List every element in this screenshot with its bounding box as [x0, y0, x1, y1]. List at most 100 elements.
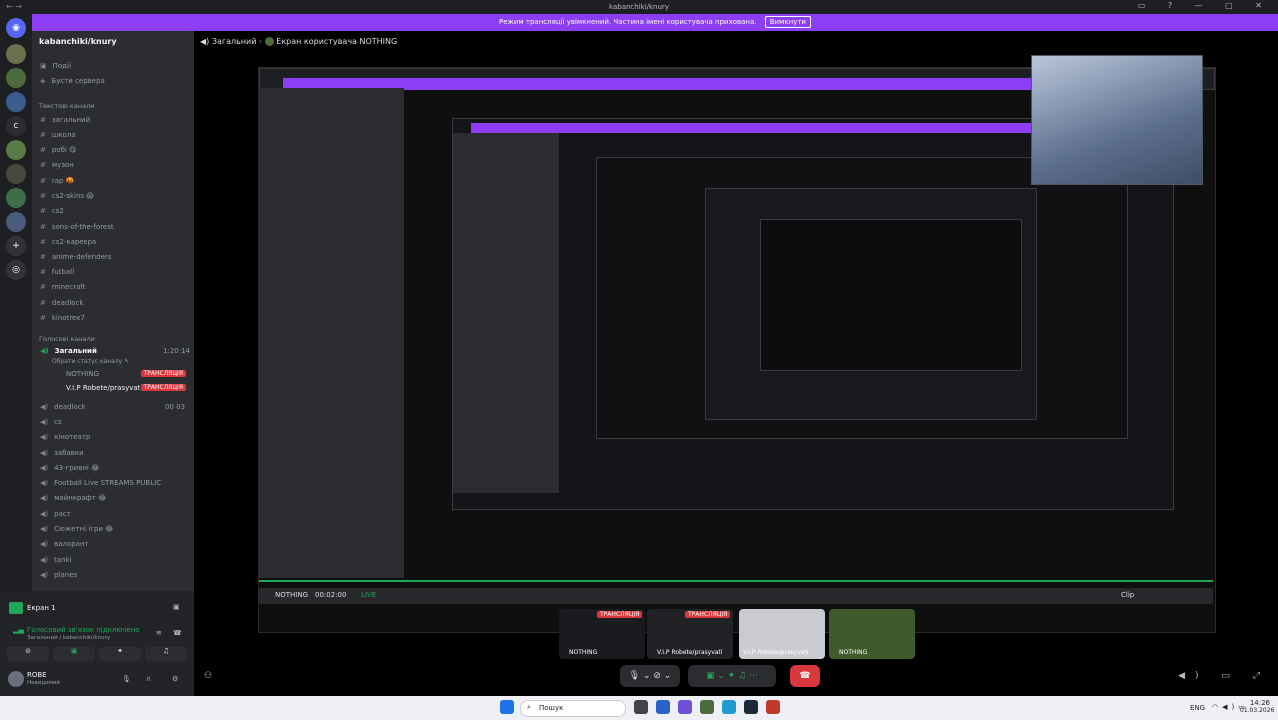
- text-channel[interactable]: # deadlock: [40, 299, 84, 307]
- voice-channel[interactable]: ◀) майнкрафт 😂: [40, 494, 106, 502]
- participant-tile[interactable]: ТРАНСЛЯЦІЯ NOTHING: [559, 609, 645, 659]
- server-name[interactable]: kabanchiki/knury: [39, 37, 117, 46]
- breadcrumb-channel[interactable]: Загальний: [212, 37, 257, 46]
- window-title: kabanchiki/knury: [609, 3, 669, 11]
- participant-tile[interactable]: V.I.P Robete/prasyvati: [739, 609, 825, 659]
- voice-channel[interactable]: ◀) 43-гривні 😂: [40, 464, 99, 472]
- live-badge: ТРАНСЛЯЦІЯ: [140, 384, 186, 391]
- disconnect-icon[interactable]: ☎: [173, 629, 182, 637]
- camera-off-icon[interactable]: ⊘: [7, 647, 49, 661]
- username[interactable]: ROBE: [27, 671, 47, 679]
- app-icon[interactable]: [700, 700, 714, 714]
- search-placeholder: Пошук: [539, 704, 564, 712]
- voice-channel-active[interactable]: ◀) Загальний: [40, 347, 97, 355]
- shared-screen[interactable]: NOTHING 00:02:00 LIVE Clip: [258, 55, 1216, 633]
- voice-channel[interactable]: ◀) planes: [40, 571, 77, 579]
- voice-user[interactable]: NOTHING: [66, 370, 99, 378]
- text-channel[interactable]: # робі 😋: [40, 146, 76, 154]
- clip-button[interactable]: Clip: [1121, 591, 1134, 599]
- voice-channel[interactable]: ◀) забавки: [40, 449, 84, 457]
- voice-category[interactable]: Голосові канали: [39, 335, 95, 343]
- server-icon[interactable]: [6, 44, 26, 64]
- mic-icon[interactable]: 🎙: [122, 675, 131, 683]
- activities-icon[interactable]: ✦: [99, 647, 141, 661]
- taskview-icon[interactable]: [634, 700, 648, 714]
- headphones-icon[interactable]: ∩: [146, 675, 151, 683]
- voice-channel[interactable]: ◀) кінотеатр: [40, 433, 90, 441]
- server-icon[interactable]: [6, 140, 26, 160]
- search-input[interactable]: ⌕ Пошук: [520, 700, 626, 717]
- view-controls[interactable]: ◀) ▭ ⤢: [1178, 671, 1270, 681]
- banner-text: Режим трансляції увімкнений. Частина іме…: [499, 18, 757, 26]
- boosts-link[interactable]: ◈ Бусти сервера: [40, 77, 105, 85]
- explore-icon[interactable]: ◎: [6, 260, 26, 280]
- live-badge: ТРАНСЛЯЦІЯ: [685, 611, 731, 618]
- voice-channel[interactable]: ◀) cs: [40, 418, 62, 426]
- tile-name: V.I.P Robete/prasyvati: [743, 649, 809, 656]
- text-channel[interactable]: # sons-of-the-forest: [40, 223, 114, 231]
- text-category[interactable]: Текстові канали: [39, 102, 94, 110]
- popout-icon[interactable]: ▣: [173, 603, 180, 611]
- share-screen-icon[interactable]: ▣ ⌄ ✦ ♫ ⋯: [688, 665, 776, 687]
- text-channel[interactable]: # minecraft: [40, 283, 85, 291]
- server-icon[interactable]: [6, 68, 26, 88]
- voice-channel[interactable]: ◀) Football Live STREAMS PUBLIC: [40, 479, 161, 487]
- noise-icon[interactable]: ≋: [156, 629, 162, 637]
- text-channel[interactable]: # futball: [40, 268, 74, 276]
- server-icon[interactable]: [6, 164, 26, 184]
- events-link[interactable]: ▣ Події: [40, 62, 71, 70]
- voice-channel[interactable]: ◀) валорант: [40, 540, 89, 548]
- live-badge: ТРАНСЛЯЦІЯ: [140, 370, 186, 377]
- app-icon[interactable]: [766, 700, 780, 714]
- voice-status-title: Голосовий зв'язок підключено: [27, 626, 140, 634]
- text-channel[interactable]: # загальний: [40, 116, 90, 124]
- avatar[interactable]: [8, 671, 24, 687]
- text-channel[interactable]: # школа: [40, 131, 76, 139]
- speaker-icon: ◀): [200, 37, 210, 46]
- server-icon[interactable]: [6, 92, 26, 112]
- streamer-mode-banner: Режим трансляції увімкнений. Частина іме…: [32, 14, 1278, 31]
- language-indicator[interactable]: ENG: [1190, 704, 1205, 712]
- server-icon[interactable]: [6, 188, 26, 208]
- window-controls[interactable]: ▭ ? — ▢ ✕: [1138, 1, 1272, 10]
- participant-tile[interactable]: NOTHING: [829, 609, 915, 659]
- clock[interactable]: 14:26 01.03.2026: [1240, 699, 1274, 714]
- user-panel: Екран 1 ▣ ▂▄ Голосовий зв'язок підключен…: [0, 591, 194, 696]
- text-channel[interactable]: # cs2: [40, 207, 64, 215]
- app-icon[interactable]: [656, 700, 670, 714]
- app-icon[interactable]: [678, 700, 692, 714]
- text-channel[interactable]: # rap 🤬: [40, 177, 74, 185]
- disable-streamer-mode-button[interactable]: Вимкнути: [764, 16, 811, 28]
- participant-tile[interactable]: ТРАНСЛЯЦІЯ V.I.P Robete/prasyvati: [647, 609, 733, 659]
- leave-call-icon[interactable]: ☎: [790, 665, 820, 687]
- text-channel[interactable]: # kinotrex7: [40, 314, 85, 322]
- mic-icon[interactable]: 🎙 ⌄ ⊘ ⌄: [620, 665, 680, 687]
- gear-icon[interactable]: ⚙: [172, 675, 178, 683]
- voice-channel[interactable]: ◀) Сюжетні ігри 😂: [40, 525, 113, 533]
- voice-user[interactable]: V.I.P Robete/prasyvati: [66, 384, 142, 392]
- voice-actions: ⊘ ▣ ✦ ♫: [7, 647, 187, 661]
- text-channel[interactable]: # музон: [40, 161, 74, 169]
- activity-icon[interactable]: ⚇: [204, 671, 212, 681]
- steam-icon[interactable]: [744, 700, 758, 714]
- edge-icon[interactable]: [722, 700, 736, 714]
- add-server-icon[interactable]: +: [6, 236, 26, 256]
- home-icon[interactable]: ◉: [6, 18, 26, 38]
- tile-name: NOTHING: [569, 649, 598, 656]
- start-icon[interactable]: [500, 700, 514, 714]
- text-channel[interactable]: # cs2-кареєра: [40, 238, 96, 246]
- text-channel[interactable]: # anime-defenders: [40, 253, 111, 261]
- soundboard-icon[interactable]: ♫: [145, 647, 187, 661]
- share-screen-icon[interactable]: ▣: [53, 647, 95, 661]
- voice-channel[interactable]: ◀) раст: [40, 510, 71, 518]
- server-icon[interactable]: C: [6, 116, 26, 136]
- text-channel[interactable]: # cs2-skins 😱: [40, 192, 94, 200]
- voice-channel[interactable]: ◀) deadlock: [40, 403, 86, 411]
- server-icon[interactable]: [6, 212, 26, 232]
- nested-banner: [283, 78, 1113, 90]
- nested-screen-3: [705, 188, 1037, 420]
- voice-status-set[interactable]: Обрати статус каналу ✎: [52, 358, 129, 365]
- voice-channel-count: 00 03: [165, 403, 186, 411]
- speaker-icon: ◀): [40, 347, 49, 355]
- voice-channel[interactable]: ◀) tanki: [40, 556, 72, 564]
